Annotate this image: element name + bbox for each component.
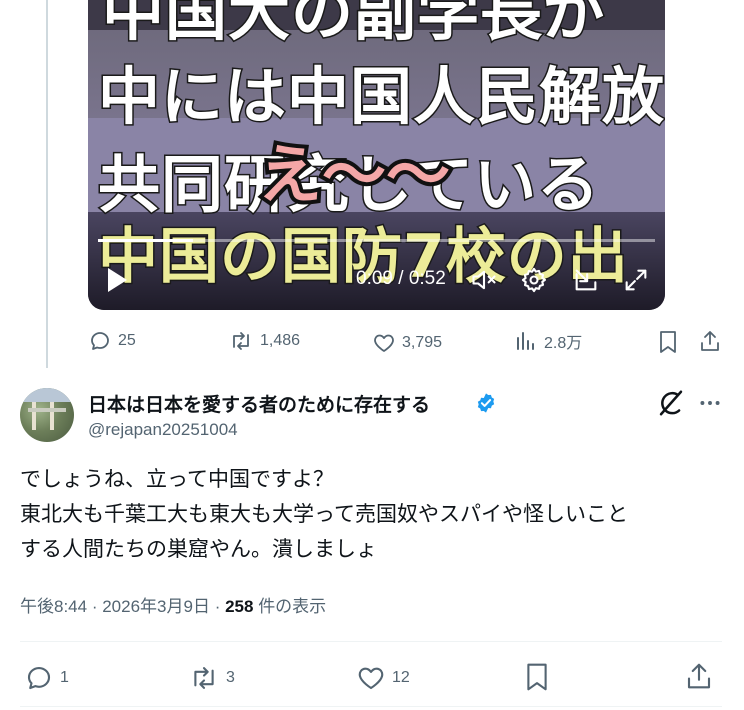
repost-icon <box>188 663 220 693</box>
share-icon <box>698 329 722 353</box>
video-sticker-text: え〜〜 <box>254 135 454 217</box>
meta-separator: · <box>214 597 226 616</box>
meta-separator: · <box>91 597 103 616</box>
fullscreen-icon[interactable] <box>622 266 650 294</box>
avatar[interactable] <box>20 388 74 442</box>
video-player[interactable]: 中国大の副学長が 中には中国人民解放 共同研究している 中国の国防7校の出 え〜… <box>88 0 665 310</box>
repost-button[interactable]: 3 <box>188 663 235 693</box>
share-button[interactable] <box>698 329 722 353</box>
reply-button[interactable]: 1 <box>24 663 69 693</box>
reply-count: 25 <box>118 332 136 349</box>
heart-icon <box>356 663 386 693</box>
video-caption-line-1: 中国大の副学長が <box>100 0 607 51</box>
tweet-views-label: 件の表示 <box>258 597 327 616</box>
settings-gear-icon[interactable] <box>520 266 548 294</box>
share-icon <box>684 661 714 691</box>
like-button[interactable]: 3,795 <box>372 331 442 355</box>
mute-icon[interactable] <box>470 266 498 294</box>
repost-count: 1,486 <box>260 332 301 349</box>
display-name[interactable]: 日本は日本を愛する者のために存在する <box>88 390 430 417</box>
tweet-views-count: 258 <box>225 597 254 616</box>
bookmark-button[interactable] <box>522 661 552 693</box>
grok-icon[interactable] <box>656 388 686 418</box>
video-progress-fill <box>98 239 193 242</box>
tweet-date[interactable]: 2026年3月9日 <box>102 597 210 616</box>
like-count: 12 <box>392 669 410 686</box>
repost-icon <box>228 329 254 353</box>
thread-connector-line <box>46 0 48 368</box>
reply-button[interactable]: 25 <box>88 329 136 353</box>
divider <box>20 706 722 707</box>
reply-icon <box>88 329 112 353</box>
previous-tweet-actions: 25 1,486 3,795 2.8万 <box>88 325 728 359</box>
views-button[interactable]: 2.8万 <box>514 329 582 353</box>
bookmark-icon <box>522 661 552 693</box>
tweet-actions: 1 3 12 <box>20 657 722 697</box>
tweet-metadata: 午後8:44 · 2026年3月9日 · 258 件の表示 <box>20 592 326 617</box>
verified-badge-icon[interactable] <box>475 392 497 414</box>
like-count: 3,795 <box>402 334 443 351</box>
like-button[interactable]: 12 <box>356 663 410 693</box>
heart-icon <box>372 331 396 355</box>
reply-count: 1 <box>60 669 69 686</box>
repost-button[interactable]: 1,486 <box>228 329 300 353</box>
video-caption-line-2: 中には中国人民解放 <box>96 59 665 135</box>
tweet-time[interactable]: 午後8:44 <box>20 597 87 616</box>
play-icon[interactable] <box>108 268 127 292</box>
picture-in-picture-icon[interactable] <box>572 266 600 294</box>
repost-count: 3 <box>226 669 235 686</box>
video-time: 0:09 / 0:52 <box>356 268 446 289</box>
bookmark-button[interactable] <box>656 329 680 355</box>
tweet-text: でしょうね、立って中国ですよ？ 東北大も千葉工大も東大も大学って売国奴やスパイや… <box>20 467 628 561</box>
share-button[interactable] <box>684 661 714 691</box>
divider <box>20 641 722 642</box>
more-options-icon[interactable] <box>697 390 723 416</box>
user-handle[interactable]: @rejapan20251004 <box>88 420 238 440</box>
views-count: 2.8万 <box>544 335 583 352</box>
bar-chart-icon <box>514 329 538 353</box>
bookmark-icon <box>656 329 680 355</box>
reply-icon <box>24 663 54 693</box>
